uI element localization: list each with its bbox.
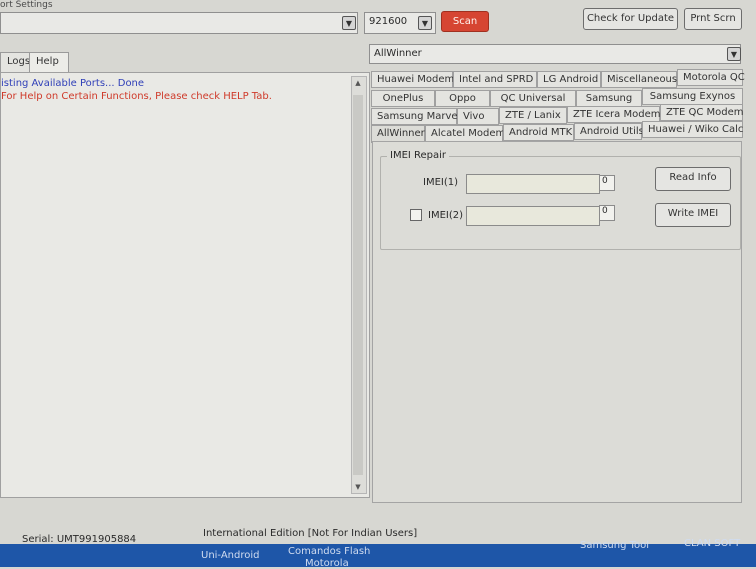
- imei1-input[interactable]: [466, 174, 600, 194]
- tab-samsung-marvel[interactable]: Samsung Marvel: [371, 108, 460, 125]
- tab-oppo[interactable]: Oppo: [435, 90, 490, 107]
- tab-huawei-wiko-calc[interactable]: Huawei / Wiko Calc: [642, 121, 743, 138]
- taskbar: Uni-Android Comandos Flash Motorola Sams…: [0, 538, 756, 569]
- taskbar-item-uni-android[interactable]: Uni-Android: [201, 550, 260, 561]
- imei2-input[interactable]: [466, 206, 600, 226]
- tab-huawei-modem[interactable]: Huawei Modem: [371, 71, 454, 88]
- taskbar-item-comandos-flash[interactable]: Comandos Flash: [288, 546, 370, 557]
- tab-lg-android[interactable]: LG Android: [537, 71, 601, 88]
- tab-miscellaneous[interactable]: Miscellaneous: [601, 71, 677, 88]
- imei-repair-group: IMEI Repair IMEI(1) 0 IMEI(2) 0 Read Inf…: [380, 150, 741, 250]
- imei2-label: IMEI(2): [428, 210, 464, 221]
- read-info-button[interactable]: Read Info: [655, 167, 731, 191]
- tab-android-utils[interactable]: Android Utils: [574, 123, 644, 140]
- taskbar-item-motorola[interactable]: Motorola: [305, 558, 349, 569]
- tab-intel-sprd[interactable]: Intel and SPRD: [453, 71, 537, 88]
- write-imei-button[interactable]: Write IMEI: [655, 203, 731, 227]
- tab-qc-universal[interactable]: QC Universal: [490, 90, 576, 107]
- edition-notice: International Edition [Not For Indian Us…: [203, 528, 418, 539]
- tab-zte-lanix[interactable]: ZTE / Lanix: [499, 107, 567, 124]
- tab-oneplus[interactable]: OnePlus: [371, 90, 435, 107]
- taskbar-item-clan-soft[interactable]: CLAN SOFT: [684, 538, 740, 549]
- imei1-count: 0: [599, 175, 615, 191]
- scrollbar-thumb[interactable]: [353, 95, 363, 475]
- tab-android-mtk[interactable]: Android MTK: [503, 124, 574, 141]
- tab-vivo[interactable]: Vivo: [457, 108, 499, 125]
- tab-samsung[interactable]: Samsung: [576, 90, 642, 107]
- scroll-down-icon[interactable]: ▼: [352, 481, 364, 493]
- tab-motorola-qc[interactable]: Motorola QC: [677, 69, 745, 86]
- imei-repair-title: IMEI Repair: [387, 150, 450, 161]
- module-tabs: Huawei Modem Intel and SPRD LG Android M…: [0, 0, 756, 145]
- imei2-checkbox[interactable]: [410, 209, 422, 221]
- imei2-count: 0: [599, 205, 615, 221]
- tab-zte-qc-modem[interactable]: ZTE QC Modem: [660, 104, 743, 121]
- imei1-label: IMEI(1): [423, 177, 459, 188]
- tab-samsung-exynos[interactable]: Samsung Exynos: [642, 88, 743, 105]
- tab-alcatel-modem[interactable]: Alcatel Modem: [425, 125, 505, 142]
- imei-repair-panel: IMEI Repair IMEI(1) 0 IMEI(2) 0 Read Inf…: [372, 141, 742, 503]
- taskbar-item-samsung-tool[interactable]: Samsung Tool: [580, 540, 649, 551]
